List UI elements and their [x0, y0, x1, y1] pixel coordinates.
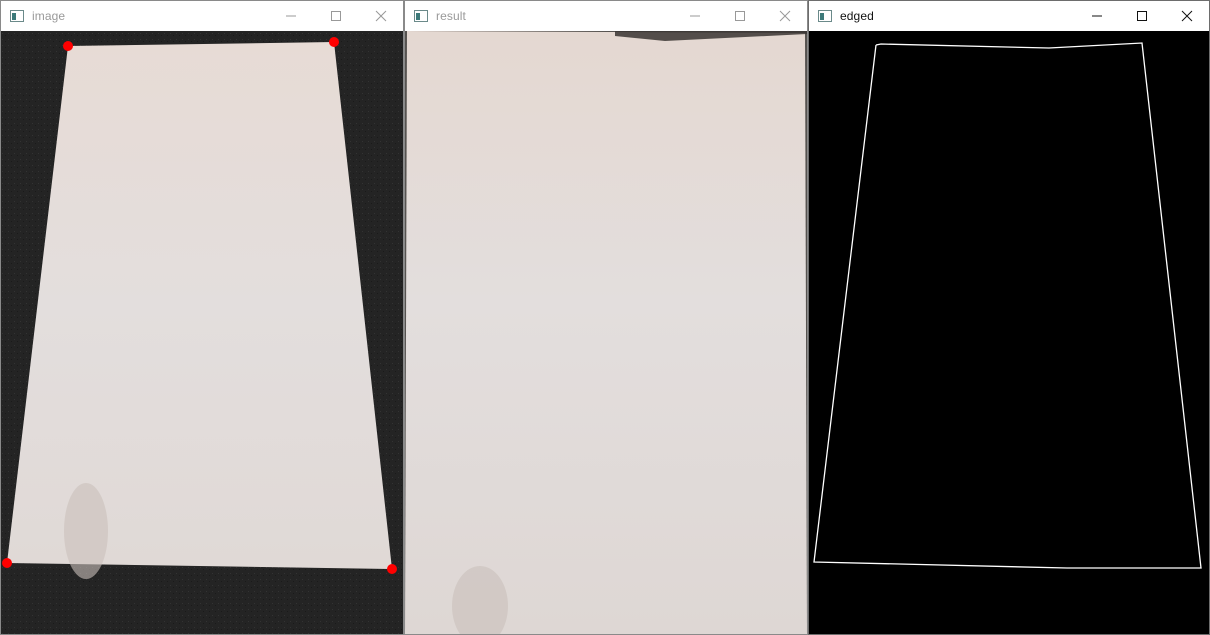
app-window-icon [817, 8, 833, 24]
edged-canvas [809, 31, 1209, 634]
maximize-button[interactable] [1119, 1, 1164, 31]
app-window-icon [413, 8, 429, 24]
result-canvas [405, 31, 807, 634]
minimize-icon [1091, 10, 1103, 22]
corner-marker [329, 37, 339, 47]
close-button[interactable] [1164, 1, 1209, 31]
titlebar[interactable]: edged [809, 1, 1209, 31]
window-image[interactable]: image [0, 0, 404, 635]
titlebar[interactable]: image [1, 1, 403, 31]
window-controls [672, 1, 807, 31]
minimize-icon [285, 10, 297, 22]
warped-paper [405, 31, 807, 634]
corner-marker [387, 564, 397, 574]
window-controls [1074, 1, 1209, 31]
app-window-icon [9, 8, 25, 24]
paper-sheet [7, 42, 392, 569]
window-title: edged [840, 9, 874, 23]
corner-marker [2, 558, 12, 568]
minimize-button[interactable] [268, 1, 313, 31]
maximize-icon [1136, 10, 1148, 22]
minimize-button[interactable] [672, 1, 717, 31]
corner-marker [63, 41, 73, 51]
minimize-button[interactable] [1074, 1, 1119, 31]
maximize-icon [734, 10, 746, 22]
window-edged[interactable]: edged [808, 0, 1210, 635]
window-controls [268, 1, 403, 31]
close-icon [375, 10, 387, 22]
titlebar[interactable]: result [405, 1, 807, 31]
close-icon [779, 10, 791, 22]
close-button[interactable] [358, 1, 403, 31]
window-title: result [436, 9, 466, 23]
paper-shadow [64, 483, 108, 579]
window-title: image [32, 9, 66, 23]
maximize-button[interactable] [717, 1, 762, 31]
image-canvas [1, 31, 403, 634]
window-result[interactable]: result [404, 0, 808, 635]
maximize-icon [330, 10, 342, 22]
maximize-button[interactable] [313, 1, 358, 31]
close-icon [1181, 10, 1193, 22]
close-button[interactable] [762, 1, 807, 31]
minimize-icon [689, 10, 701, 22]
